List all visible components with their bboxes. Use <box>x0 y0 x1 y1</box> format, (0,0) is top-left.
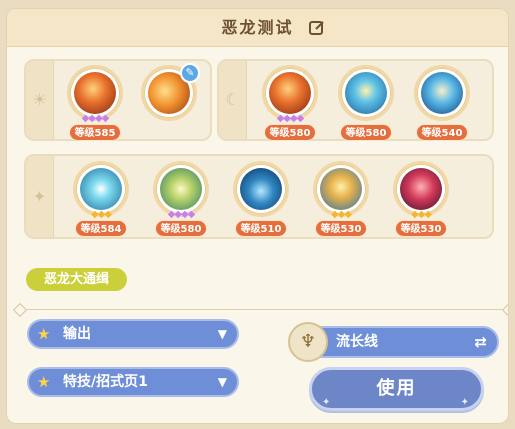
sun-group-side: ☀ <box>26 61 54 139</box>
divider <box>27 309 502 310</box>
hero-card[interactable]: ◆◆◆ 等级584 <box>72 161 130 239</box>
star-icon: ★ <box>37 325 51 343</box>
caret-down-icon: ▼ <box>217 375 227 389</box>
hero-card[interactable]: ◆◆◆◆ 等级580 <box>152 161 210 239</box>
hero-card[interactable]: ◆◆◆ 等级530 <box>392 161 450 239</box>
route-label: 流长线 <box>336 334 378 350</box>
team-title: 恶龙测试 <box>221 18 294 37</box>
level-badge: 等级510 <box>235 220 287 237</box>
hero-card[interactable]: 等级580 <box>337 65 395 143</box>
role-select[interactable]: ★ 输出 ▼ <box>27 319 239 349</box>
sun-team-group: ☀ ◆◆◆◆ 等级585 ✎ <box>24 59 212 141</box>
hero-portrait <box>269 72 311 114</box>
star-group-side: ✦ <box>26 156 54 237</box>
hero-card[interactable]: ◆◆◆ 等级530 <box>312 161 370 239</box>
level-badge: 等级580 <box>340 124 392 141</box>
role-select-label: 输出 <box>63 326 91 342</box>
hero-portrait <box>240 168 282 210</box>
use-button-label: 使用 <box>376 378 417 399</box>
sparkle-icon: ✦ <box>32 186 47 206</box>
hero-card[interactable]: 等级540 <box>413 65 471 143</box>
moon-group-side: ☾ <box>219 61 247 139</box>
level-badge: 等级530 <box>315 220 367 237</box>
level-badge: 等级585 <box>69 124 121 141</box>
moon-team-group: ☾ ◆◆◆◆ 等级580 等级580 等级540 <box>217 59 494 141</box>
feather-badge-icon: ✎ <box>180 63 200 83</box>
hero-card[interactable]: ◆◆◆◆ 等级585 <box>66 65 124 143</box>
moon-icon: ☾ <box>225 90 240 109</box>
level-badge: 等级580 <box>264 124 316 141</box>
level-badge: 等级530 <box>395 220 447 237</box>
hero-card[interactable]: ✎ <box>140 63 200 143</box>
star-icon: ★ <box>37 373 51 391</box>
crest-icon: ♆ <box>288 322 328 362</box>
hero-portrait <box>320 168 362 210</box>
sun-icon: ☀ <box>32 90 47 109</box>
sparkle-icon: ✦ <box>322 397 333 408</box>
level-badge: 等级584 <box>75 220 127 237</box>
route-selector[interactable]: ♆ 流长线 ⇄ <box>288 322 499 362</box>
level-badge: 等级580 <box>155 220 207 237</box>
caret-down-icon: ▼ <box>217 327 227 341</box>
page-select[interactable]: ★ 特技/招式页1 ▼ <box>27 367 239 397</box>
team-tag[interactable]: 恶龙大通缉 <box>26 268 127 291</box>
hero-portrait <box>80 168 122 210</box>
level-badge: 等级540 <box>416 124 468 141</box>
swap-icon[interactable]: ⇄ <box>474 328 487 356</box>
hero-portrait <box>160 168 202 210</box>
star-team-group: ✦ ◆◆◆ 等级584 ◆◆◆◆ 等级580 等级510 ◆◆◆ 等级530 ◆… <box>24 154 494 239</box>
panel-header: 恶龙测试 <box>7 9 508 47</box>
hero-portrait <box>400 168 442 210</box>
use-button[interactable]: ✦ 使用 ✦ <box>309 367 484 411</box>
hero-card[interactable]: 等级510 <box>232 161 290 239</box>
hero-portrait <box>421 72 463 114</box>
edit-icon[interactable] <box>308 19 326 37</box>
page-select-label: 特技/招式页1 <box>63 374 148 390</box>
hero-portrait <box>74 72 116 114</box>
team-panel: 恶龙测试 ☀ ◆◆◆◆ 等级585 ✎ ☾ ◆◆◆◆ 等级580 等级580 等… <box>6 8 509 424</box>
sparkle-icon: ✦ <box>460 397 471 408</box>
hero-portrait <box>345 72 387 114</box>
hero-card[interactable]: ◆◆◆◆ 等级580 <box>261 65 319 143</box>
